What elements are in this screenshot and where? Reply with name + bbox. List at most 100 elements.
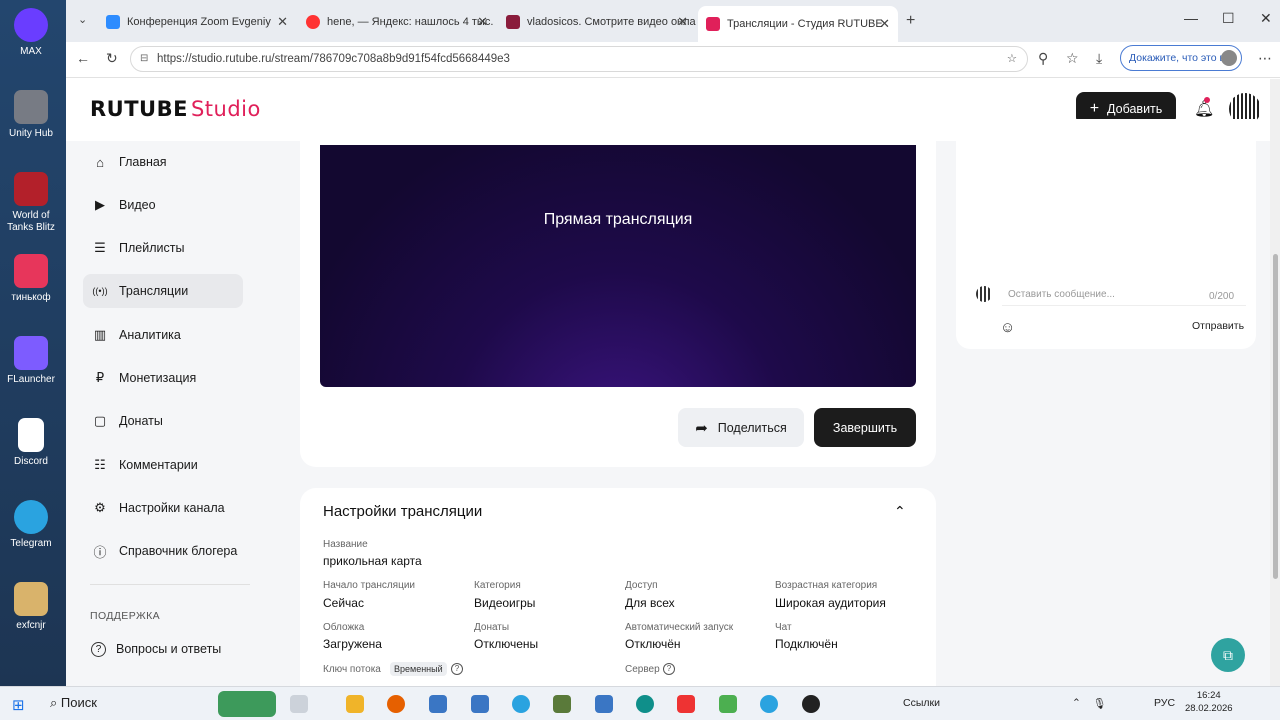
field-value: Широкая аудитория	[775, 596, 886, 610]
app-icon[interactable]	[802, 695, 820, 713]
new-tab-icon[interactable]: +	[906, 12, 915, 30]
chat-user-avatar	[976, 286, 992, 302]
name-value: прикольная карта	[323, 554, 422, 568]
address-bar[interactable]: ⊟ https://studio.rutube.ru/stream/786709…	[130, 46, 1028, 72]
minecraft-icon[interactable]	[553, 695, 571, 713]
reload-icon[interactable]: ↻	[106, 50, 118, 67]
minimize-icon[interactable]: —	[1184, 10, 1198, 26]
site-info-icon[interactable]: ⊟	[140, 47, 148, 71]
field-label: Возрастная категория	[775, 580, 878, 591]
microphone-icon[interactable]: 🎙︎	[1093, 697, 1106, 710]
app-icon[interactable]	[719, 695, 737, 713]
menu-icon[interactable]: ⋯	[1258, 50, 1272, 67]
edge-icon[interactable]	[636, 695, 654, 713]
sidebar-item-home[interactable]: ⌂ Главная	[83, 145, 243, 179]
stream-key-label: Ключ потока	[323, 664, 381, 675]
help-icon[interactable]: ?	[451, 663, 463, 675]
desktop-icon-unity-hub[interactable]: Unity Hub	[0, 90, 62, 140]
favorites-icon[interactable]: ☆	[1066, 50, 1079, 67]
chat-send-button[interactable]: Отправить	[1192, 320, 1244, 332]
app-icon[interactable]	[471, 695, 489, 713]
close-icon[interactable]: ✕	[277, 14, 288, 30]
file-explorer-icon[interactable]	[346, 695, 364, 713]
links-toolbar[interactable]: Ссылки	[903, 697, 940, 709]
telegram-icon[interactable]	[512, 695, 530, 713]
taskbar-search[interactable]: ⌕ Поиск	[50, 695, 97, 711]
browser-window: ⌄ Конференция Zoom Evgeniy ✕ hene, — Янде…	[66, 0, 1280, 686]
close-icon[interactable]: ✕	[677, 14, 688, 30]
sidebar-item-streams[interactable]: ((•)) Трансляции	[83, 274, 243, 308]
home-icon: ⌂	[96, 154, 104, 170]
emoji-icon[interactable]: ☺	[1000, 319, 1015, 336]
maximize-icon[interactable]: ☐	[1222, 10, 1235, 27]
wallet-icon: ▢	[93, 413, 107, 428]
tab-list-icon[interactable]: ⌄	[78, 13, 87, 26]
profile-button[interactable]: Докажите, что это вы	[1120, 45, 1242, 71]
clock[interactable]: 16:24 28.02.2026	[1185, 689, 1233, 715]
telegram-icon[interactable]	[760, 695, 778, 713]
app-icon[interactable]	[595, 695, 613, 713]
close-icon[interactable]: ✕	[477, 14, 488, 30]
tab-rutube-studio[interactable]: Трансляции - Студия RUTUBE ✕	[698, 6, 898, 42]
sidebar-item-monetization[interactable]: ₽ Монетизация	[83, 361, 243, 395]
sidebar-item-video[interactable]: ▶ Видео	[83, 188, 243, 222]
analytics-icon: ▥	[93, 327, 107, 342]
back-icon[interactable]: ←	[76, 50, 90, 66]
tab-vladosicos[interactable]: vladosicos. Смотрите видео онла ✕	[498, 8, 696, 36]
yandex-icon	[306, 15, 320, 29]
sidebar-item-donations[interactable]: ▢ Донаты	[83, 404, 243, 438]
temporary-badge: Временный	[390, 662, 447, 676]
scrollbar[interactable]	[1270, 79, 1280, 686]
tab-zoom[interactable]: Конференция Zoom Evgeniy ✕	[98, 8, 296, 36]
finish-stream-button[interactable]: Завершить	[814, 408, 916, 447]
close-icon[interactable]: ✕	[879, 16, 890, 32]
field-label: Автоматический запуск	[625, 622, 734, 633]
desktop-icon-telegram[interactable]: Telegram	[0, 500, 62, 550]
rutube-studio-icon	[706, 17, 720, 31]
downloads-icon[interactable]: ⤓	[1096, 50, 1102, 67]
sidebar-item-faq[interactable]: ? Вопросы и ответы	[83, 632, 243, 666]
sidebar-item-comments[interactable]: ☷ Комментарии	[83, 448, 243, 482]
stream-player[interactable]: Прямая трансляция	[320, 145, 916, 387]
rutube-studio-logo[interactable]: RUTUBE Studio	[90, 97, 261, 121]
desktop-icon-max[interactable]: MAX	[0, 8, 62, 58]
desktop-icon-discord[interactable]: Discord	[0, 418, 62, 468]
task-view-icon[interactable]	[290, 695, 308, 713]
firefox-icon[interactable]	[387, 695, 405, 713]
tray-chevron-icon[interactable]: ⌃	[1072, 697, 1081, 709]
studio-page: RUTUBE Studio + Добавить 🔔︎ ⌂ Главная ▶ Виде…	[66, 79, 1280, 686]
sidebar: ⌂ Главная ▶ Видео ☰ Плейлисты ((•)) Трансляц…	[66, 141, 266, 686]
sidebar-item-analytics[interactable]: ▥ Аналитика	[83, 318, 243, 352]
notifications-bell-icon[interactable]: 🔔︎	[1194, 97, 1214, 119]
plus-icon: +	[1089, 99, 1100, 117]
windows-start-icon[interactable]: ⊞	[12, 696, 25, 714]
taskbar: ⊞ ⌕ Поиск Ссылки ⌃ 🎙︎ РУС 16:24 28.02.202…	[0, 686, 1280, 720]
notification-dot	[1204, 97, 1210, 103]
field-value: Сейчас	[323, 596, 364, 610]
app-icon[interactable]	[429, 695, 447, 713]
desktop-icon-exfcnjr[interactable]: exfcnjr	[0, 582, 62, 632]
sidebar-item-blogger-guide[interactable]: ⓘ Справочник блогера	[83, 534, 243, 568]
share-button[interactable]: ➦ Поделиться	[678, 408, 804, 447]
language-indicator[interactable]: РУС	[1154, 697, 1175, 709]
support-chat-icon[interactable]: ⧉	[1211, 638, 1245, 672]
video-icon: ▶	[95, 197, 105, 212]
help-icon[interactable]: ?	[663, 663, 675, 675]
desktop-icon-tinkoff[interactable]: тинькоф	[0, 254, 62, 304]
chat-input-underline	[1002, 305, 1246, 306]
name-label: Название	[323, 539, 368, 550]
desktop-icon-flauncher[interactable]: FLauncher	[0, 336, 62, 386]
desktop-icon-wot-blitz[interactable]: World of Tanks Blitz	[0, 172, 62, 234]
sidebar-item-channel-settings[interactable]: ⚙ Настройки канала	[83, 491, 243, 525]
window-close-icon[interactable]: ✕	[1260, 10, 1272, 27]
comments-icon: ☷	[94, 457, 106, 472]
chevron-up-icon[interactable]: ⌃	[894, 503, 906, 520]
bookmark-star-icon[interactable]: ☆	[1007, 47, 1017, 71]
widgets-icon[interactable]	[218, 691, 276, 717]
chat-message-input[interactable]: Оставить сообщение...	[1008, 289, 1115, 300]
sidebar-item-playlists[interactable]: ☰ Плейлисты	[83, 231, 243, 265]
extension-icon[interactable]: ⚲	[1038, 50, 1048, 67]
yandex-browser-icon[interactable]	[677, 695, 695, 713]
scrollbar-thumb[interactable]	[1273, 254, 1278, 579]
tab-yandex[interactable]: hene, — Яндекс: нашлось 4 тыс. р ✕	[298, 8, 496, 36]
